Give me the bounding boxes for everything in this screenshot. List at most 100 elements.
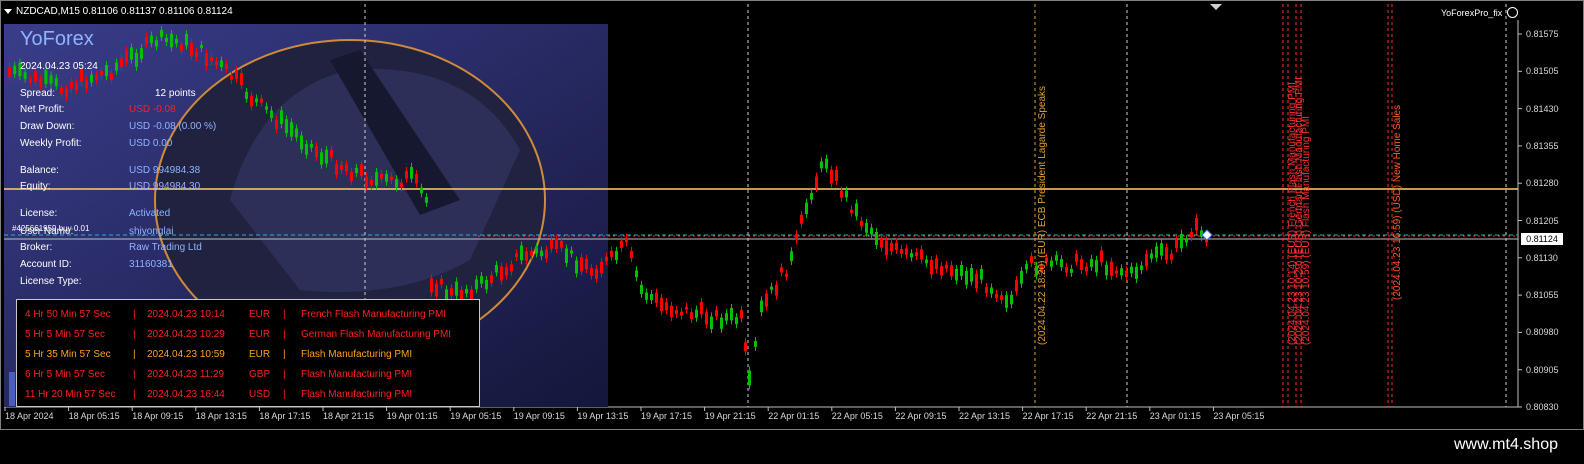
candle-body [905, 248, 908, 255]
candle-body [655, 292, 658, 304]
candle-body [115, 62, 118, 71]
candle-body [445, 289, 448, 300]
candle-body [300, 135, 303, 150]
candle-body [28, 78, 32, 83]
candle-body [360, 164, 363, 177]
candle-body [660, 297, 663, 312]
candle-body [1070, 268, 1073, 273]
chart-title-bar: NZDCAD,M15 0.81106 0.81137 0.81106 0.811… [4, 4, 233, 20]
price-axis-label: 0.81575 [1526, 29, 1559, 39]
symbol-ohlc: NZDCAD,M15 0.81106 0.81137 0.81106 0.811… [16, 6, 233, 17]
candle-body [39, 78, 43, 87]
candle-body [420, 187, 423, 194]
time-axis-label: 18 Apr 09:15 [132, 411, 184, 421]
news-currency: EUR [249, 329, 271, 340]
candle-body [385, 173, 388, 182]
time-axis-label: 19 Apr 09:15 [513, 411, 565, 421]
candle-body [515, 253, 518, 257]
candle-body [350, 171, 353, 182]
indicator-name[interactable]: YoForexPro_fix [1441, 7, 1518, 18]
candle-body [405, 170, 408, 179]
candle-body [748, 370, 751, 386]
candle-body [535, 247, 538, 254]
candle-body [240, 73, 243, 86]
candle-body [675, 309, 678, 315]
time-axis-label: 23 Apr 05:15 [1213, 411, 1265, 421]
candle-body [190, 42, 193, 57]
news-separator: | [133, 369, 136, 380]
candle-body [400, 182, 403, 188]
candle-body [735, 317, 738, 325]
candle-body [770, 286, 773, 290]
candle-body [900, 248, 903, 254]
candle-body [235, 70, 238, 79]
time-axis-label: 19 Apr 01:15 [386, 411, 438, 421]
candle-body [1080, 259, 1083, 270]
candle-body [320, 152, 323, 165]
candle-body [550, 239, 553, 249]
candle-body [840, 190, 843, 198]
candle-body [435, 283, 438, 297]
candle-body [765, 293, 768, 307]
candle-body [490, 275, 493, 283]
dropdown-arrow-icon[interactable] [4, 8, 12, 14]
candle-body [1110, 261, 1113, 276]
candle-body [850, 209, 853, 213]
candle-body [250, 95, 253, 107]
candle-body [185, 34, 188, 46]
candle-body [54, 78, 58, 87]
candle-body [785, 273, 788, 277]
footer-bar [0, 430, 1584, 464]
price-axis-label: 0.81205 [1526, 215, 1559, 226]
news-countdown: 6 Hr 5 Min 57 Sec [25, 369, 106, 380]
candle-body [210, 57, 213, 61]
candle-body [270, 110, 273, 118]
mt4-chart-window: NZDCAD,M15 0.81106 0.81137 0.81106 0.811… [0, 0, 1584, 464]
candle-body [145, 36, 148, 44]
candle-body [600, 261, 603, 274]
candle-body [305, 144, 308, 155]
candle-body [555, 238, 558, 249]
candle-body [255, 98, 258, 103]
news-separator: | [283, 309, 286, 320]
candle-body [885, 240, 888, 256]
candle-body [945, 264, 948, 269]
candle-body [1005, 295, 1008, 308]
news-time: 2024.04.23 10:59 [147, 349, 225, 360]
brand-title: YoForex [20, 28, 94, 50]
candle-body [525, 251, 528, 261]
candle-body [1145, 253, 1148, 267]
candle-body [335, 163, 338, 175]
candle-body [865, 222, 868, 233]
panel-row-label: Account ID: [20, 259, 72, 270]
candle-body [480, 275, 483, 284]
panel-row-label: Broker: [20, 242, 53, 253]
candle-body [1055, 255, 1058, 261]
candle-body [1015, 279, 1018, 292]
candle-body [1150, 253, 1153, 259]
candle-body [100, 70, 103, 75]
candle-body [425, 197, 428, 203]
candle-body [500, 266, 503, 281]
candle-body [740, 310, 743, 319]
panel-row-value: 31160381 [129, 259, 173, 270]
candle-body [610, 250, 613, 257]
candle-body [805, 202, 808, 215]
candle-body [635, 270, 638, 278]
candle-body [590, 268, 593, 276]
candle-body [595, 268, 598, 279]
candle-body [23, 72, 27, 79]
candle-body [65, 88, 68, 98]
volume-bar [9, 372, 15, 406]
candle-body [325, 149, 328, 164]
news-time: 2024.04.23 16:44 [147, 389, 225, 400]
candle-body [365, 176, 368, 187]
candle-body [795, 234, 798, 241]
price-axis-label: 0.81130 [1526, 252, 1558, 263]
candle-body [955, 268, 958, 281]
indicator-label: YoForexPro_fix [1441, 8, 1503, 18]
candle-body [370, 180, 373, 186]
candle-body [705, 312, 708, 325]
candle-body [940, 266, 943, 276]
news-countdown: 5 Hr 35 Min 57 Sec [25, 349, 111, 360]
